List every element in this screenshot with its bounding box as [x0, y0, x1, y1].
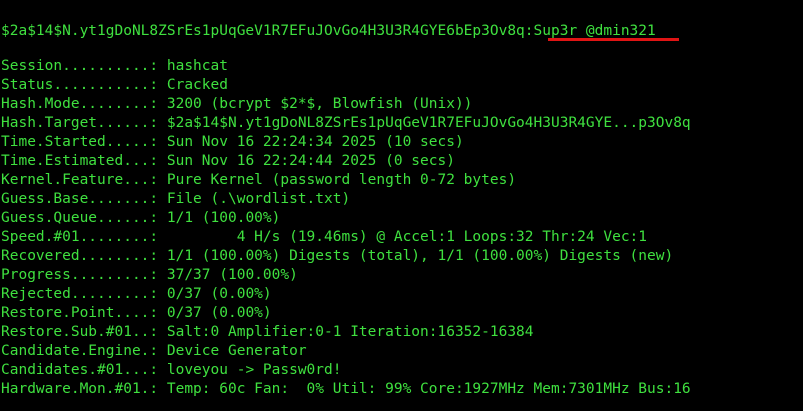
status-row-time-estimated: Time.Estimated...: Sun Nov 16 22:24:44 2…	[1, 152, 691, 171]
status-value: Pure Kernel (password length 0-72 bytes)	[158, 172, 517, 188]
status-value: File (.\wordlist.txt)	[158, 191, 351, 207]
status-row-restore-point: Restore.Point....: 0/37 (0.00%)	[1, 304, 691, 323]
status-key: Guess.Queue......:	[1, 210, 159, 226]
status-value: 3200 (bcrypt $2*$, Blowfish (Unix))	[158, 96, 473, 112]
hash-separator: :	[524, 23, 534, 39]
status-row-session: Session..........: hashcat	[1, 57, 691, 76]
status-row-guess-base: Guess.Base.......: File (.\wordlist.txt)	[1, 190, 691, 209]
status-key: Restore.Point....:	[1, 305, 159, 321]
status-key: Guess.Base.......:	[1, 191, 159, 207]
status-value: Sun Nov 16 22:24:34 2025 (10 secs)	[158, 134, 464, 150]
status-key: Session..........:	[1, 58, 159, 74]
password-highlight-underline	[548, 38, 679, 41]
status-value: hashcat	[158, 58, 228, 74]
status-value: $2a$14$N.yt1gDoNL8ZSrEs1pUqGeV1R7EFuJOvG…	[158, 115, 691, 131]
status-key: Candidates.#01...:	[1, 362, 159, 378]
status-key: Kernel.Feature...:	[1, 172, 159, 188]
status-key: Hardware.Mon.#01.:	[1, 381, 159, 397]
status-key: Hash.Target......:	[1, 115, 159, 131]
cracked-hash: $2a$14$N.yt1gDoNL8ZSrEs1pUqGeV1R7EFuJOvG…	[1, 23, 525, 39]
cracked-password: Sup3r_@dmin321	[533, 23, 656, 39]
status-key: Speed.#01........:	[1, 229, 159, 245]
status-key: Time.Started.....:	[1, 134, 159, 150]
status-key: Restore.Sub.#01..:	[1, 324, 159, 340]
status-value: Cracked	[158, 77, 228, 93]
status-row-guess-queue: Guess.Queue......: 1/1 (100.00%)	[1, 209, 691, 228]
status-key: Rejected.........:	[1, 286, 159, 302]
status-key: Hash.Mode........:	[1, 96, 159, 112]
status-row-recovered: Recovered........: 1/1 (100.00%) Digests…	[1, 247, 691, 266]
status-row-progress: Progress.........: 37/37 (100.00%)	[1, 266, 691, 285]
status-value: 1/1 (100.00%)	[158, 210, 281, 226]
status-row-kernel-feature: Kernel.Feature...: Pure Kernel (password…	[1, 171, 691, 190]
status-row-speed: Speed.#01........: 4 H/s (19.46ms) @ Acc…	[1, 228, 691, 247]
status-value: Salt:0 Amplifier:0-1 Iteration:16352-163…	[158, 324, 534, 340]
status-value: Device Generator	[158, 343, 307, 359]
status-key: Time.Estimated...:	[1, 153, 159, 169]
status-value: loveyou -> Passw0rd!	[158, 362, 342, 378]
status-output: Session..........: hashcat Status.......…	[1, 57, 691, 399]
status-key: Progress.........:	[1, 267, 159, 283]
status-row-hash-mode: Hash.Mode........: 3200 (bcrypt $2*$, Bl…	[1, 95, 691, 114]
status-key: Recovered........:	[1, 248, 159, 264]
status-row-hardware-mon: Hardware.Mon.#01.: Temp: 60c Fan: 0% Uti…	[1, 380, 691, 399]
status-row-candidate-engine: Candidate.Engine.: Device Generator	[1, 342, 691, 361]
status-value: 4 H/s (19.46ms) @ Accel:1 Loops:32 Thr:2…	[158, 229, 648, 245]
status-key: Candidate.Engine.:	[1, 343, 159, 359]
status-row-candidates: Candidates.#01...: loveyou -> Passw0rd!	[1, 361, 691, 380]
status-value: Sun Nov 16 22:24:44 2025 (0 secs)	[158, 153, 455, 169]
status-row-rejected: Rejected.........: 0/37 (0.00%)	[1, 285, 691, 304]
status-key: Status...........:	[1, 77, 159, 93]
terminal-window[interactable]: $2a$14$N.yt1gDoNL8ZSrEs1pUqGeV1R7EFuJOvG…	[0, 0, 803, 411]
status-row-hash-target: Hash.Target......: $2a$14$N.yt1gDoNL8ZSr…	[1, 114, 691, 133]
status-value: 0/37 (0.00%)	[158, 286, 272, 302]
status-row-restore-sub: Restore.Sub.#01..: Salt:0 Amplifier:0-1 …	[1, 323, 691, 342]
status-value: 1/1 (100.00%) Digests (total), 1/1 (100.…	[158, 248, 674, 264]
status-row-time-started: Time.Started.....: Sun Nov 16 22:24:34 2…	[1, 133, 691, 152]
status-row-status: Status...........: Cracked	[1, 76, 691, 95]
status-value: 37/37 (100.00%)	[158, 267, 298, 283]
status-value: Temp: 60c Fan: 0% Util: 99% Core:1927MHz…	[158, 381, 691, 397]
status-value: 0/37 (0.00%)	[158, 305, 272, 321]
